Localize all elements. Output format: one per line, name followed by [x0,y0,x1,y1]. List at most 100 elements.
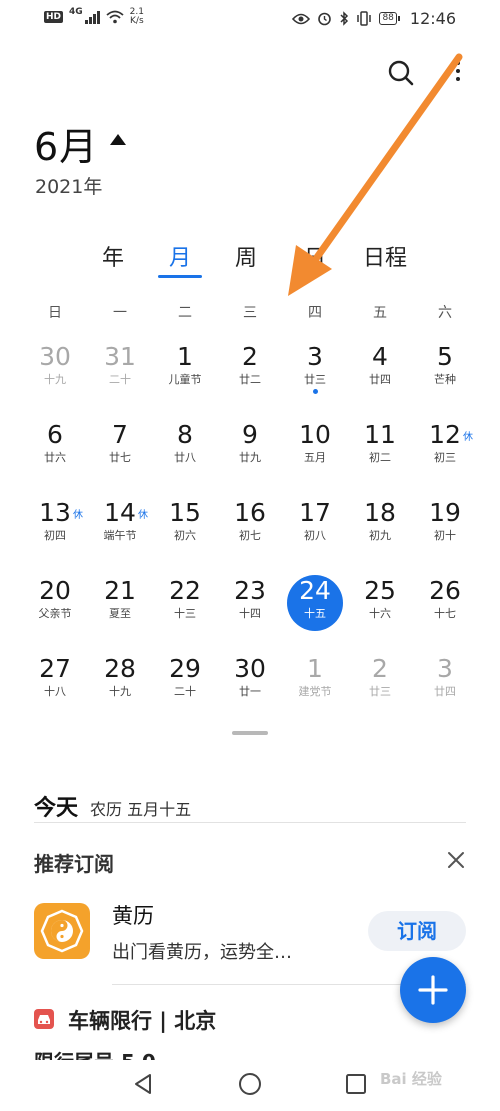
net-speed: 2.1 K/s [129,7,144,26]
search-icon[interactable] [386,58,416,88]
calendar-day[interactable]: 18 初九 [348,498,412,568]
network-type: 4G [69,7,83,17]
calendar-day[interactable]: 11 初二 [348,420,412,490]
calendar-day[interactable]: 20 父亲节 [23,576,87,646]
close-icon[interactable] [444,848,468,872]
drag-handle[interactable] [232,731,268,735]
weekday-thu: 四 [308,305,322,321]
day-number: 1 [177,342,193,371]
day-number: 11 [364,420,396,449]
app-name[interactable]: 黄历 [112,900,154,930]
tab-year[interactable]: 年 [98,240,128,272]
calendar-day[interactable]: 14 端午节休 [88,498,152,568]
day-number: 9 [242,420,258,449]
battery-icon: 88 [379,12,401,25]
lunar-date: 廿三 [369,685,391,698]
calendar-day[interactable]: 25 十六 [348,576,412,646]
calendar-day[interactable]: 12 初三休 [413,420,477,490]
calendar-day[interactable]: 23 十四 [218,576,282,646]
day-number: 26 [429,576,461,605]
calendar-day[interactable]: 15 初六 [153,498,217,568]
hd-badge: HD [44,11,64,23]
lunar-date: 廿一 [239,685,261,698]
day-number: 22 [169,576,201,605]
calendar-day[interactable]: 3 廿四 [413,654,477,724]
lunar-date: 初八 [304,529,326,542]
vehicle-restriction-title[interactable]: 车辆限行 | 北京 [68,1005,216,1035]
lunar-date: 端午节 [103,529,137,542]
month-toggle-icon[interactable] [110,134,126,145]
today-label: 今天 [34,796,79,821]
calendar-day[interactable]: 2 廿二 [218,342,282,412]
calendar-day-today[interactable]: 24 十五 [283,575,347,646]
day-number: 2 [242,342,258,371]
calendar-day[interactable]: 30 廿一 [218,654,282,724]
lunar-date: 初四 [44,529,66,542]
day-number: 5 [437,342,453,371]
day-number: 6 [47,420,63,449]
calendar-day[interactable]: 27 十八 [23,654,87,724]
lunar-date: 十七 [434,607,456,620]
calendar-day[interactable]: 19 初十 [413,498,477,568]
back-icon[interactable] [132,1072,154,1096]
recommend-title: 推荐订阅 [34,852,114,876]
bluetooth-icon [340,11,349,26]
lunar-date: 十九 [44,373,66,386]
lunar-date: 夏至 [109,607,131,620]
add-event-button[interactable] [400,957,466,1023]
home-icon[interactable] [238,1072,262,1096]
calendar-day[interactable]: 31 二十 [88,342,152,412]
lunar-date: 廿六 [44,451,66,464]
tab-schedule[interactable]: 日程 [358,240,412,272]
watermark: Bai 经验 [380,1070,442,1088]
almanac-app-icon[interactable] [34,903,90,959]
calendar-day[interactable]: 1 儿童节 [153,342,217,412]
lunar-date: 十五 [304,607,326,620]
tab-month[interactable]: 月 [165,240,195,272]
calendar-day[interactable]: 4 廿四 [348,342,412,412]
tab-day[interactable]: 日 [300,240,330,272]
car-icon [34,1009,54,1029]
lunar-date: 廿九 [239,451,261,464]
calendar-day[interactable]: 22 十三 [153,576,217,646]
calendar-day[interactable]: 28 十九 [88,654,152,724]
calendar-day[interactable]: 21 夏至 [88,576,152,646]
more-icon[interactable] [452,58,464,88]
calendar-day[interactable]: 26 十七 [413,576,477,646]
lunar-date: 初三 [434,451,456,464]
plus-icon [418,975,448,1005]
event-dot [312,389,318,394]
calendar-day[interactable]: 10 五月 [283,420,347,490]
month-title[interactable]: 6月 [34,116,98,171]
calendar-day[interactable]: 16 初七 [218,498,282,568]
lunar-date: 初七 [239,529,261,542]
calendar-day[interactable]: 13 初四休 [23,498,87,568]
calendar-day[interactable]: 8 廿八 [153,420,217,490]
weekday-mon: 一 [113,305,127,321]
day-number: 4 [372,342,388,371]
lunar-date: 十四 [239,607,261,620]
calendar-day[interactable]: 17 初八 [283,498,347,568]
calendar-day[interactable]: 3 廿三 [283,342,347,412]
calendar-day[interactable]: 7 廿七 [88,420,152,490]
app-description: 出门看黄历，运势全… [112,942,292,963]
calendar-day[interactable]: 30 十九 [23,342,87,412]
today-summary: 今天 农历 五月十五 [34,790,191,822]
lunar-date: 建党节 [298,685,332,698]
day-number: 18 [364,498,396,527]
day-number: 2 [372,654,388,683]
calendar-day[interactable]: 6 廿六 [23,420,87,490]
navigation-bar: Bai 经验 [0,1060,500,1111]
holiday-rest-badge: 休 [138,510,148,521]
calendar-day[interactable]: 5 芒种 [413,342,477,412]
weekday-wed: 三 [243,305,257,321]
day-number: 27 [39,654,71,683]
calendar-day[interactable]: 29 二十 [153,654,217,724]
holiday-rest-badge: 休 [73,510,83,521]
recents-icon[interactable] [345,1073,367,1095]
calendar-day[interactable]: 1 建党节 [283,654,347,724]
calendar-day[interactable]: 9 廿九 [218,420,282,490]
calendar-day[interactable]: 2 廿三 [348,654,412,724]
subscribe-button[interactable]: 订阅 [368,911,466,951]
tab-week[interactable]: 周 [231,240,261,272]
